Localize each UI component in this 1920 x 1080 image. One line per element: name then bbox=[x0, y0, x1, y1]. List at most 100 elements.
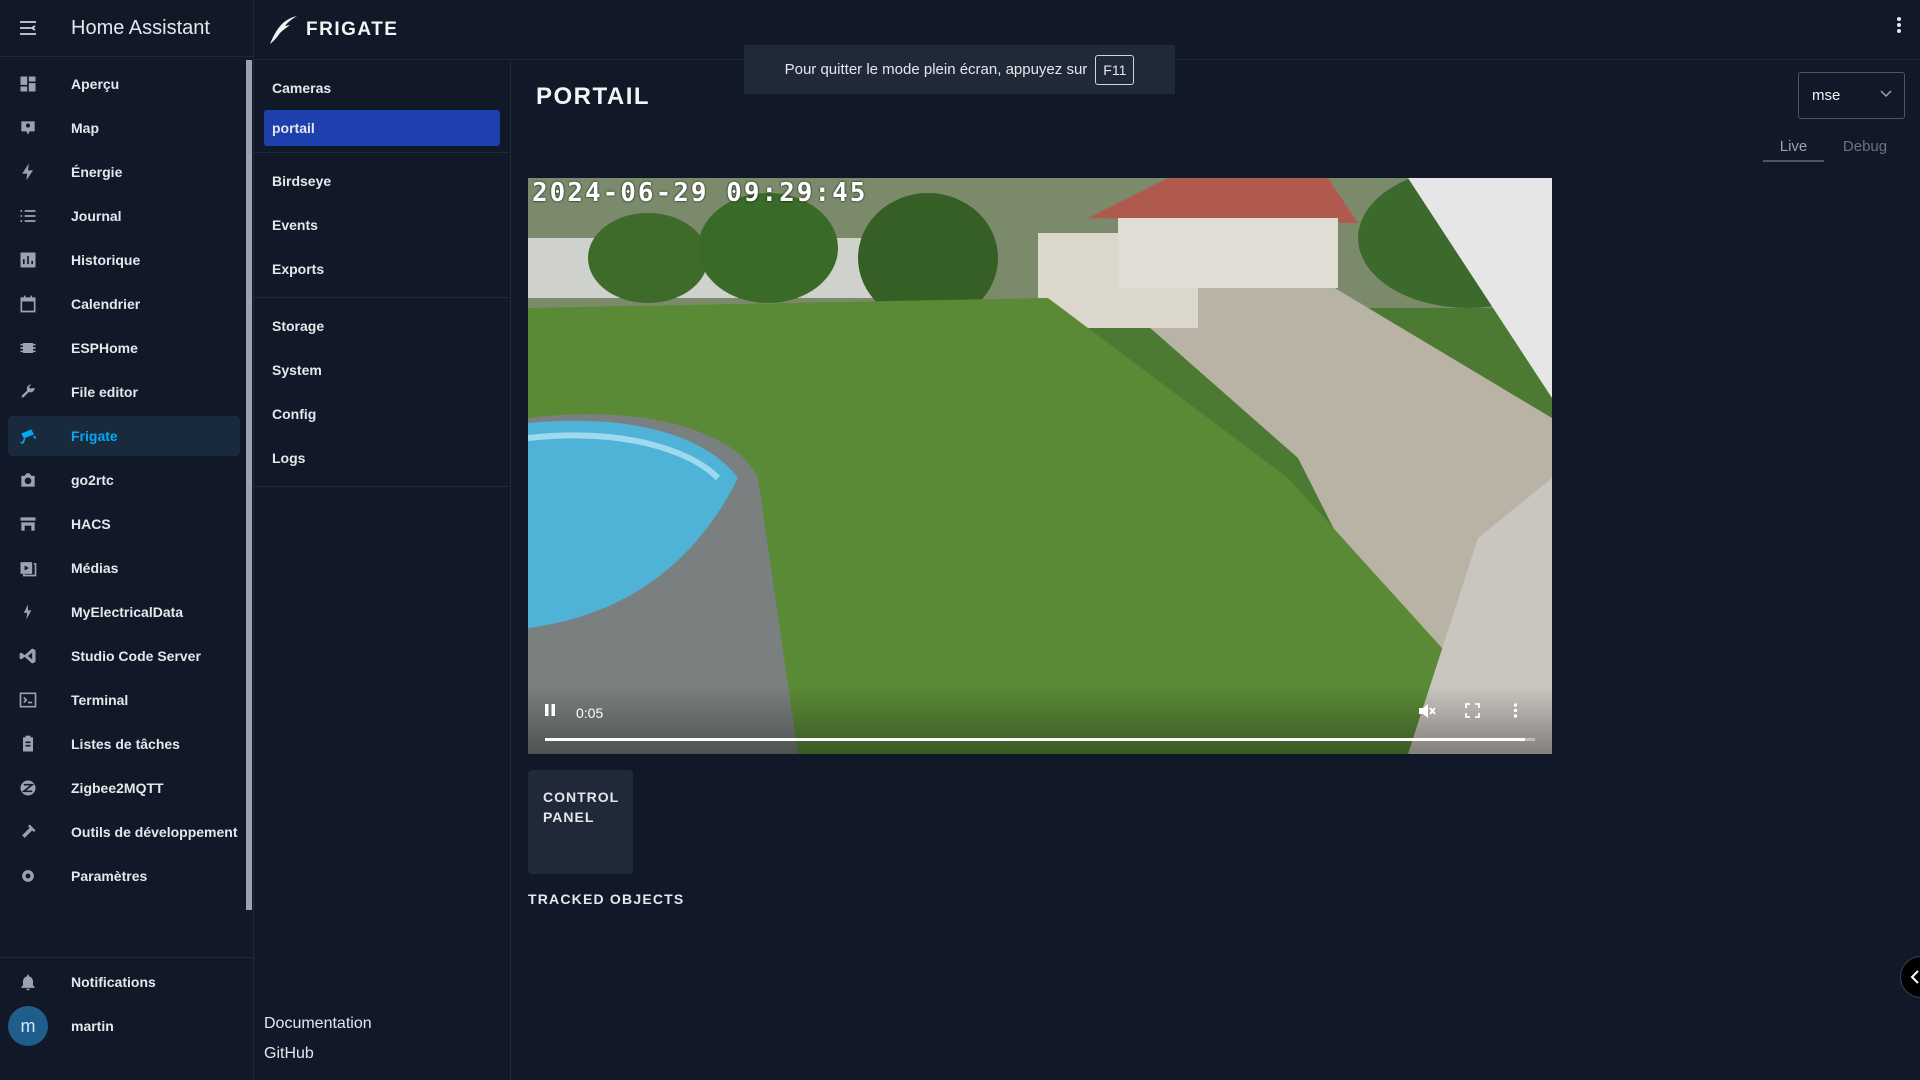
stream-source-value: mse bbox=[1812, 87, 1841, 104]
gear-icon bbox=[8, 866, 48, 886]
tab-debug[interactable]: Debug bbox=[1827, 133, 1903, 162]
sidebar-item-map[interactable]: Map bbox=[8, 108, 240, 148]
github-link[interactable]: GitHub bbox=[264, 1045, 372, 1063]
frigate-nav-portail[interactable]: portail bbox=[264, 110, 500, 146]
camera-icon bbox=[8, 470, 48, 490]
sidebar-item-label: Historique bbox=[71, 252, 141, 268]
avatar-wrap: m bbox=[8, 1006, 48, 1046]
user-profile[interactable]: m martin bbox=[8, 1006, 246, 1046]
hammer-icon bbox=[8, 822, 48, 842]
sidebar-item-label: Listes de tâches bbox=[71, 736, 180, 752]
notifications-button[interactable]: Notifications bbox=[8, 962, 246, 1002]
frigate-nav-cameras[interactable]: Cameras bbox=[254, 66, 510, 110]
frigate-nav-exports[interactable]: Exports bbox=[254, 247, 510, 291]
ha-header: Home Assistant bbox=[0, 0, 253, 57]
sidebar-item-aper-u[interactable]: Aperçu bbox=[8, 64, 240, 104]
calendar-icon bbox=[8, 294, 48, 314]
wrench-icon bbox=[8, 382, 48, 402]
sidebar-item--nergie[interactable]: Énergie bbox=[8, 152, 240, 192]
chevron-down-icon bbox=[1880, 90, 1892, 98]
sidebar-item-frigate[interactable]: Frigate bbox=[8, 416, 240, 456]
sidebar-item-esphome[interactable]: ESPHome bbox=[8, 328, 240, 368]
flash-icon bbox=[8, 602, 48, 622]
sidebar-item-studio-code-server[interactable]: Studio Code Server bbox=[8, 636, 240, 676]
lightning-icon bbox=[8, 162, 48, 182]
fullscreen-icon[interactable] bbox=[1465, 703, 1480, 723]
sidebar-item-myelectricaldata[interactable]: MyElectricalData bbox=[8, 592, 240, 632]
frigate-brand: FRIGATE bbox=[306, 18, 399, 40]
video-more-icon[interactable] bbox=[1513, 703, 1518, 723]
camera-view: PORTAIL mse Live Debug 2024-06-29 09:29:… bbox=[511, 60, 1920, 1080]
video-progress-fill bbox=[545, 738, 1526, 741]
sidebar-item-label: Énergie bbox=[71, 164, 123, 180]
sidebar-item-terminal[interactable]: Terminal bbox=[8, 680, 240, 720]
sidebar-item-outils-de-d-veloppement[interactable]: Outils de développement bbox=[8, 812, 240, 852]
camera-video[interactable]: 2024-06-29 09:29:45 0:05 bbox=[528, 178, 1552, 754]
pause-icon[interactable] bbox=[543, 703, 557, 722]
stream-source-select[interactable]: mse bbox=[1798, 72, 1905, 119]
sidebar-item-label: Studio Code Server bbox=[71, 648, 201, 664]
sidebar-item-label: Frigate bbox=[71, 428, 118, 444]
sidebar-item-param-tres[interactable]: Paramètres bbox=[8, 856, 240, 896]
sidebar-item-label: Calendrier bbox=[71, 296, 141, 312]
tab-live[interactable]: Live bbox=[1763, 133, 1824, 162]
frigate-nav-groups: Cameras portail Birdseye Events Exports Stora… bbox=[254, 60, 510, 487]
sidebar-item-file-editor[interactable]: File editor bbox=[8, 372, 240, 412]
mute-icon[interactable] bbox=[1418, 703, 1436, 724]
ha-nav: Aperçu Map Énergie Journal Historique Calendr… bbox=[0, 60, 248, 955]
ha-bottom: Notifications m martin bbox=[0, 957, 254, 1050]
sidebar-scroll-thumb[interactable] bbox=[246, 60, 252, 910]
sidebar-item-label: ESPHome bbox=[71, 340, 138, 356]
control-panel-button[interactable]: CONTROL PANEL bbox=[528, 770, 633, 874]
sidebar-item-label: HACS bbox=[71, 516, 111, 532]
camera-scene bbox=[528, 178, 1552, 754]
frigate-nav: Cameras portail Birdseye Events Exports Stora… bbox=[254, 60, 511, 1080]
chevron-left-icon bbox=[1910, 970, 1919, 984]
sidebar-item-hacs[interactable]: HACS bbox=[8, 504, 240, 544]
sidebar-item-historique[interactable]: Historique bbox=[8, 240, 240, 280]
control-panel-label: CONTROL PANEL bbox=[543, 789, 620, 825]
video-progress-bar[interactable] bbox=[545, 738, 1535, 741]
sidebar-item-zigbee2mqtt[interactable]: Zigbee2MQTT bbox=[8, 768, 240, 808]
ha-sidebar: Home Assistant Aperçu Map Énergie Journal Hi… bbox=[0, 0, 254, 1080]
bell-icon bbox=[8, 972, 48, 992]
collapse-toggle-button[interactable] bbox=[1900, 956, 1920, 998]
vscode-icon bbox=[8, 646, 48, 666]
sidebar-item-label: MyElectricalData bbox=[71, 604, 184, 620]
frigate-nav-logs[interactable]: Logs bbox=[254, 436, 510, 480]
frigate-nav-events[interactable]: Events bbox=[254, 203, 510, 247]
store-icon bbox=[8, 514, 48, 534]
frigate-nav-group: Storage System Config Logs bbox=[254, 298, 510, 487]
sidebar-item-journal[interactable]: Journal bbox=[8, 196, 240, 236]
view-tabs: Live Debug bbox=[1763, 133, 1903, 162]
terminal-icon bbox=[8, 690, 48, 710]
sidebar-item-label: Terminal bbox=[71, 692, 129, 708]
sidebar-item-calendrier[interactable]: Calendrier bbox=[8, 284, 240, 324]
sidebar-item-go2rtc[interactable]: go2rtc bbox=[8, 460, 240, 500]
sidebar-item-label: Journal bbox=[71, 208, 122, 224]
frigate-nav-config[interactable]: Config bbox=[254, 392, 510, 436]
sidebar-item-m-dias[interactable]: Médias bbox=[8, 548, 240, 588]
frigate-nav-footer: Documentation GitHub bbox=[264, 1015, 372, 1075]
sidebar-item-listes-de-t-ches[interactable]: Listes de tâches bbox=[8, 724, 240, 764]
user-name: martin bbox=[71, 1018, 114, 1034]
video-timestamp: 2024-06-29 09:29:45 bbox=[532, 178, 868, 208]
dashboard-icon bbox=[8, 74, 48, 94]
menu-icon[interactable] bbox=[0, 20, 56, 36]
cctv-icon bbox=[8, 426, 48, 446]
more-vert-icon[interactable] bbox=[1896, 16, 1902, 39]
frigate-logo[interactable]: FRIGATE bbox=[268, 14, 398, 46]
sidebar-item-label: go2rtc bbox=[71, 472, 114, 488]
documentation-link[interactable]: Documentation bbox=[264, 1015, 372, 1033]
sidebar-scrollbar[interactable] bbox=[246, 60, 252, 910]
avatar: m bbox=[8, 1006, 48, 1046]
sidebar-item-label: File editor bbox=[71, 384, 138, 400]
frigate-nav-birdseye[interactable]: Birdseye bbox=[254, 159, 510, 203]
sidebar-item-label: Map bbox=[71, 120, 99, 136]
clipboard-icon bbox=[8, 734, 48, 754]
media-icon bbox=[8, 558, 48, 578]
page-title: PORTAIL bbox=[536, 83, 651, 110]
frigate-nav-storage[interactable]: Storage bbox=[254, 304, 510, 348]
zigbee-icon bbox=[8, 778, 48, 798]
frigate-nav-system[interactable]: System bbox=[254, 348, 510, 392]
